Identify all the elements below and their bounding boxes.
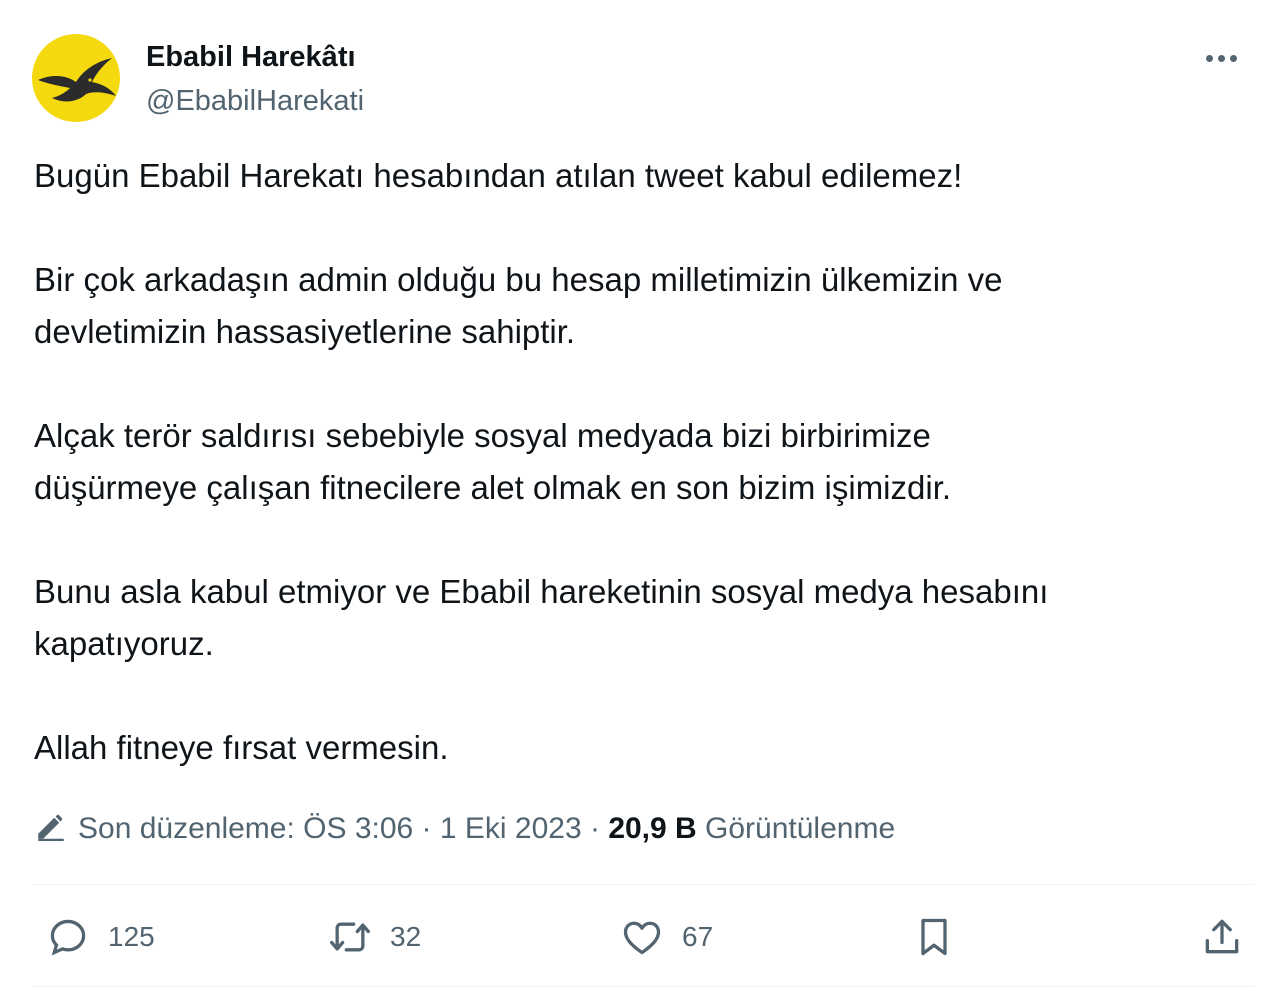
tweet-paragraph: Allah fitneye fırsat vermesin. [34,729,449,766]
swallow-bird-logo-icon [38,58,116,102]
tweet-paragraph: Bir çok arkadaşın admin olduğu bu hesap … [34,261,1003,350]
more-options-button[interactable] [1202,46,1242,70]
share-icon [1205,919,1239,954]
bookmark-icon [921,918,947,956]
more-horizontal-icon [1206,55,1213,62]
heart-icon [623,921,661,955]
views-count[interactable]: 20,9 B [608,812,696,845]
retweet-icon [330,922,370,952]
retweet-button[interactable]: 32 [328,906,421,968]
reply-icon [50,919,86,956]
tweet-header: Ebabil Harekâtı @EbabilHarekati [32,34,1256,122]
edited-timestamp[interactable]: Son düzenleme: ÖS 3:06 · 1 Eki 2023 · [78,812,608,845]
bookmark-button[interactable] [912,906,956,968]
reply-button[interactable]: 125 [46,906,155,968]
tweet-paragraph: Bunu asla kabul etmiyor ve Ebabil hareke… [34,573,1049,662]
tweet-actions: 125 32 67 [32,906,1254,968]
retweet-count: 32 [390,921,422,952]
tweet-text: Bugün Ebabil Harekatı hesabından atılan … [34,150,1234,774]
display-name[interactable]: Ebabil Harekâtı [146,40,356,74]
share-button[interactable] [1200,906,1244,968]
divider [32,884,1254,885]
more-dot [1218,55,1225,62]
views-label: Görüntülenme [696,812,896,845]
like-count: 67 [682,921,714,952]
like-button[interactable]: 67 [620,906,713,968]
tweet-paragraph: Bugün Ebabil Harekatı hesabından atılan … [34,157,963,194]
reply-count: 125 [108,921,155,952]
avatar[interactable] [32,34,120,122]
user-handle[interactable]: @EbabilHarekati [146,84,364,118]
more-dot [1230,55,1237,62]
tweet-meta: Son düzenleme: ÖS 3:06 · 1 Eki 2023 · 20… [34,806,895,852]
tweet-paragraph: Alçak terör saldırısı sebebiyle sosyal m… [34,417,952,506]
divider [32,986,1254,987]
pencil-icon [38,814,64,842]
